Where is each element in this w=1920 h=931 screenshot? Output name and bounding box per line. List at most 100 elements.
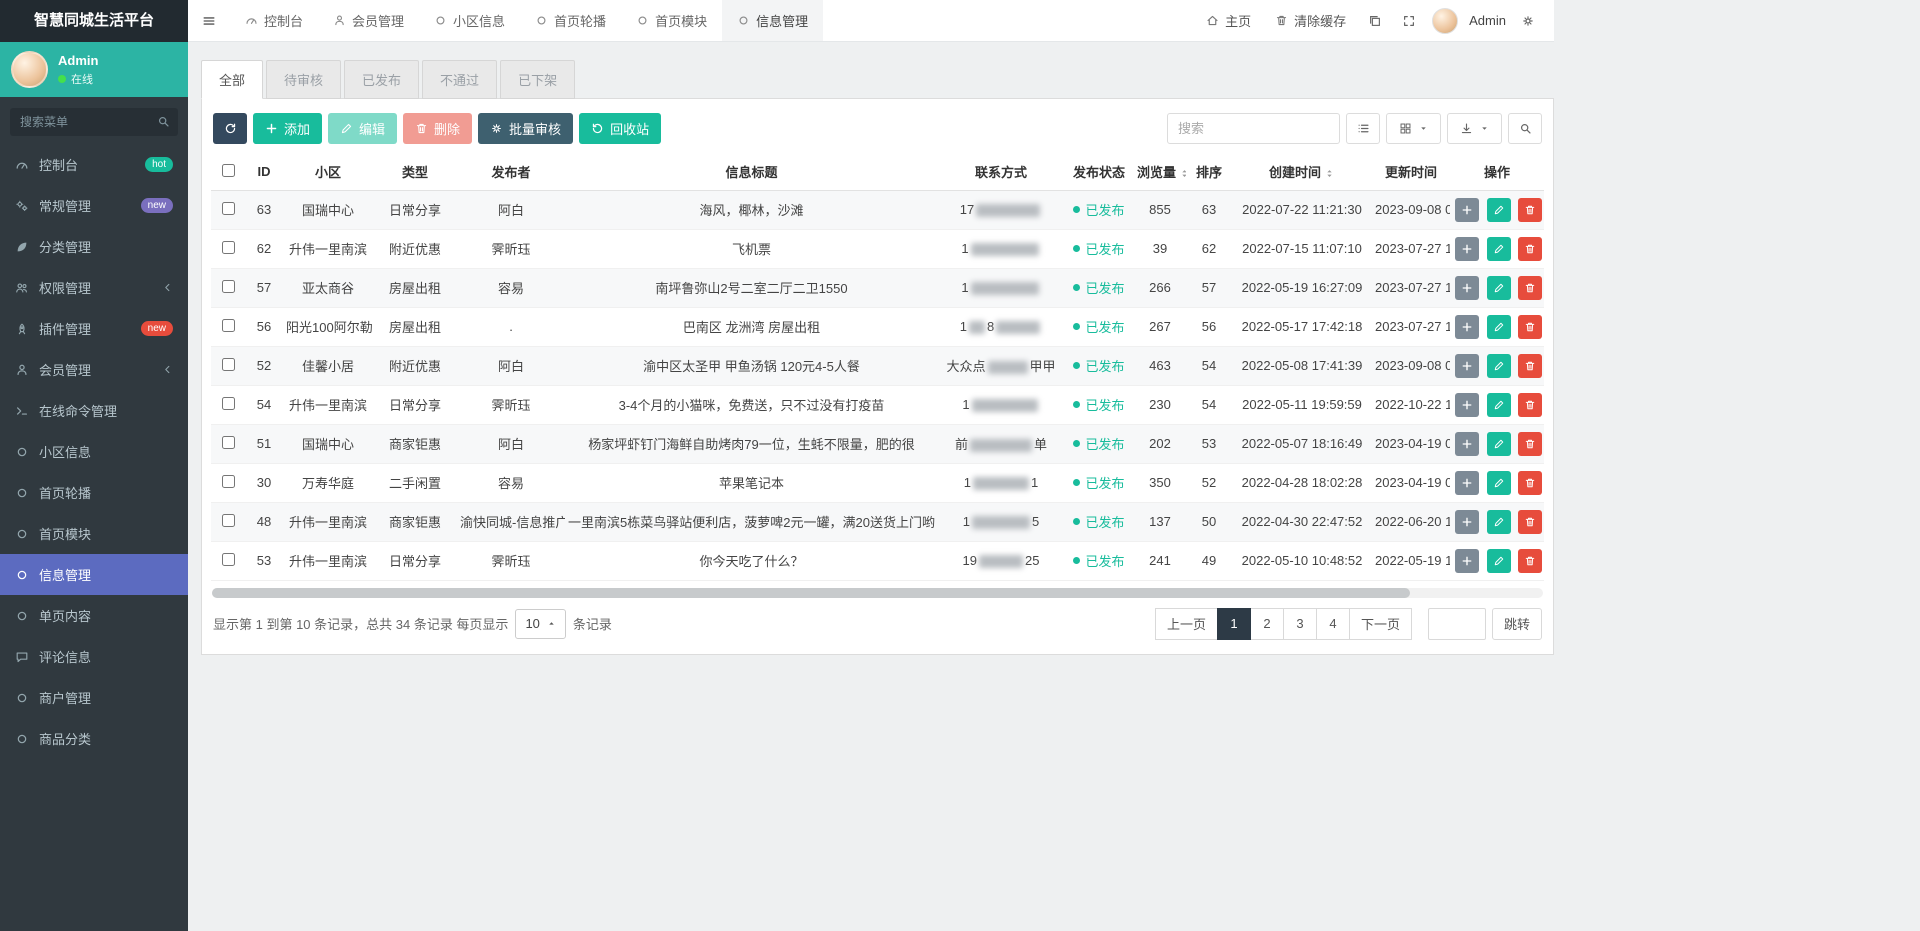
- table-row[interactable]: 30 万寿华庭 二手闲置 容易 苹果笔记本 11 已发布 350 52 2022…: [211, 463, 1544, 502]
- page-button-1[interactable]: 1: [1217, 608, 1251, 640]
- row-delete-button[interactable]: [1518, 471, 1542, 495]
- row-edit-button[interactable]: [1487, 393, 1511, 417]
- avatar[interactable]: [11, 51, 48, 88]
- row-checkbox[interactable]: [222, 358, 235, 371]
- export-button[interactable]: [1447, 113, 1502, 144]
- sidebar-item-info-manage[interactable]: 信息管理: [0, 554, 188, 595]
- row-add-button[interactable]: [1455, 510, 1479, 534]
- table-search-input[interactable]: [1167, 113, 1340, 144]
- table-row[interactable]: 62 升伟一里南滨 附近优惠 霁昕珏 飞机票 1 已发布 39 62 2022-…: [211, 229, 1544, 268]
- row-edit-button[interactable]: [1487, 198, 1511, 222]
- prev-page-button[interactable]: 上一页: [1155, 608, 1218, 640]
- table-row[interactable]: 56 阳光100阿尔勒 房屋出租 . 巴南区 龙洲湾 房屋出租 18 已发布 2…: [211, 307, 1544, 346]
- row-checkbox[interactable]: [222, 436, 235, 449]
- tab-pending[interactable]: 待审核: [266, 60, 341, 99]
- row-checkbox[interactable]: [222, 280, 235, 293]
- batch-audit-button[interactable]: 批量审核: [478, 113, 573, 144]
- row-checkbox[interactable]: [222, 514, 235, 527]
- jump-button[interactable]: 跳转: [1492, 608, 1542, 640]
- row-add-button[interactable]: [1455, 393, 1479, 417]
- row-add-button[interactable]: [1455, 237, 1479, 261]
- row-delete-button[interactable]: [1518, 276, 1542, 300]
- row-add-button[interactable]: [1455, 276, 1479, 300]
- row-add-button[interactable]: [1455, 354, 1479, 378]
- topnav-console[interactable]: 控制台: [230, 0, 318, 41]
- row-checkbox[interactable]: [222, 397, 235, 410]
- row-add-button[interactable]: [1455, 198, 1479, 222]
- row-checkbox[interactable]: [222, 319, 235, 332]
- search-toggle-button[interactable]: [1508, 113, 1542, 144]
- row-add-button[interactable]: [1455, 315, 1479, 339]
- table-row[interactable]: 54 升伟一里南滨 日常分享 霁昕珏 3-4个月的小猫咪，免费送，只不过没有打疫…: [211, 385, 1544, 424]
- sidebar-item-auth[interactable]: 权限管理: [0, 267, 188, 308]
- edit-button[interactable]: 编辑: [328, 113, 397, 144]
- topnav-info-manage[interactable]: 信息管理: [722, 0, 823, 41]
- table-row[interactable]: 52 佳馨小居 附近优惠 阿白 渝中区太圣甲 甲鱼汤锅 120元4-5人餐 大众…: [211, 346, 1544, 385]
- row-edit-button[interactable]: [1487, 237, 1511, 261]
- row-delete-button[interactable]: [1518, 432, 1542, 456]
- topnav-community-info[interactable]: 小区信息: [419, 0, 520, 41]
- sidebar-item-console[interactable]: 控制台hot: [0, 144, 188, 185]
- row-delete-button[interactable]: [1518, 315, 1542, 339]
- row-edit-button[interactable]: [1487, 276, 1511, 300]
- row-delete-button[interactable]: [1518, 549, 1542, 573]
- sidebar-item-addon[interactable]: 插件管理new: [0, 308, 188, 349]
- select-all-checkbox[interactable]: [222, 164, 235, 177]
- row-edit-button[interactable]: [1487, 432, 1511, 456]
- tab-switch-button[interactable]: [1359, 0, 1391, 41]
- table-row[interactable]: 51 国瑞中心 商家钜惠 阿白 杨家坪虾钉门海鲜自助烤肉79一位，生蚝不限量，肥…: [211, 424, 1544, 463]
- sidebar-item-merchant-manage[interactable]: 商户管理: [0, 677, 188, 718]
- detail-view-button[interactable]: [1346, 113, 1380, 144]
- column-header-created[interactable]: 创建时间: [1232, 154, 1372, 190]
- row-checkbox[interactable]: [222, 553, 235, 566]
- tab-rejected[interactable]: 不通过: [422, 60, 497, 99]
- row-checkbox[interactable]: [222, 202, 235, 215]
- recycle-bin-button[interactable]: 回收站: [579, 113, 661, 144]
- sidebar-item-goods-category[interactable]: 商品分类: [0, 718, 188, 759]
- page-size-select[interactable]: 10: [515, 609, 565, 639]
- next-page-button[interactable]: 下一页: [1349, 608, 1412, 640]
- page-button-3[interactable]: 3: [1283, 608, 1317, 640]
- row-add-button[interactable]: [1455, 549, 1479, 573]
- topbar-avatar[interactable]: [1432, 8, 1458, 34]
- columns-button[interactable]: [1386, 113, 1441, 144]
- row-checkbox[interactable]: [222, 241, 235, 254]
- topbar-user-name[interactable]: Admin: [1469, 13, 1506, 28]
- tab-published[interactable]: 已发布: [344, 60, 419, 99]
- menu-search-input[interactable]: [10, 108, 178, 136]
- table-row[interactable]: 57 亚太商谷 房屋出租 容易 南坪鲁弥山2号二室二厅二卫1550 1 已发布 …: [211, 268, 1544, 307]
- menu-toggle-button[interactable]: [188, 0, 230, 41]
- fullscreen-button[interactable]: [1393, 0, 1425, 41]
- row-edit-button[interactable]: [1487, 549, 1511, 573]
- refresh-button[interactable]: [213, 113, 247, 144]
- topnav-home-carousel[interactable]: 首页轮播: [520, 0, 621, 41]
- tab-offline[interactable]: 已下架: [500, 60, 575, 99]
- row-checkbox[interactable]: [222, 475, 235, 488]
- scrollbar-thumb[interactable]: [212, 588, 1410, 598]
- add-button[interactable]: 添加: [253, 113, 322, 144]
- sidebar-item-comment-info[interactable]: 评论信息: [0, 636, 188, 677]
- clear-cache-link[interactable]: 清除缓存: [1264, 0, 1357, 41]
- sidebar-item-page-content[interactable]: 单页内容: [0, 595, 188, 636]
- sidebar-item-home-carousel[interactable]: 首页轮播: [0, 472, 188, 513]
- row-edit-button[interactable]: [1487, 510, 1511, 534]
- sidebar-item-community-info[interactable]: 小区信息: [0, 431, 188, 472]
- column-header-views[interactable]: 浏览量: [1134, 154, 1186, 190]
- row-edit-button[interactable]: [1487, 315, 1511, 339]
- table-row[interactable]: 63 国瑞中心 日常分享 阿白 海风，椰林，沙滩 17 已发布 855 63 2…: [211, 190, 1544, 229]
- delete-button[interactable]: 删除: [403, 113, 472, 144]
- topnav-member[interactable]: 会员管理: [318, 0, 419, 41]
- page-button-2[interactable]: 2: [1250, 608, 1284, 640]
- horizontal-scrollbar[interactable]: [212, 588, 1543, 598]
- sidebar-item-command[interactable]: 在线命令管理: [0, 390, 188, 431]
- row-add-button[interactable]: [1455, 432, 1479, 456]
- row-delete-button[interactable]: [1518, 198, 1542, 222]
- row-edit-button[interactable]: [1487, 354, 1511, 378]
- page-button-4[interactable]: 4: [1316, 608, 1350, 640]
- row-edit-button[interactable]: [1487, 471, 1511, 495]
- row-delete-button[interactable]: [1518, 237, 1542, 261]
- settings-button[interactable]: [1512, 0, 1544, 41]
- row-delete-button[interactable]: [1518, 393, 1542, 417]
- row-delete-button[interactable]: [1518, 354, 1542, 378]
- topnav-home-module[interactable]: 首页模块: [621, 0, 722, 41]
